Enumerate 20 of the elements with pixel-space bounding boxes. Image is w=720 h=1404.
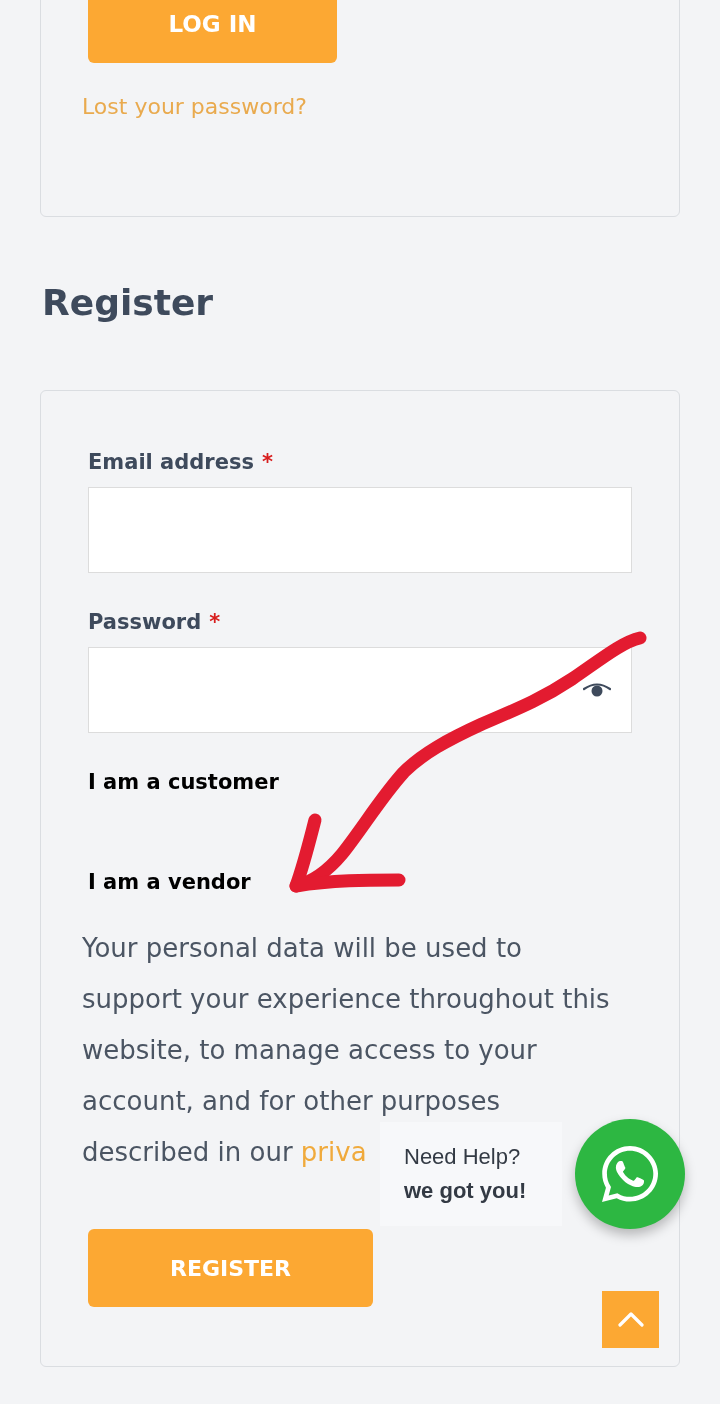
help-subtitle: we got you! [404,1177,527,1205]
login-button[interactable]: LOG IN [88,0,337,63]
register-heading: Register [42,281,215,325]
help-title: Need Help? [404,1143,521,1171]
eye-icon[interactable] [583,683,611,697]
lost-password-link[interactable]: Lost your password? [82,91,307,123]
chat-button[interactable] [575,1119,685,1229]
field-label: Email address [88,449,254,476]
register-button[interactable]: REGISTER [88,1229,373,1307]
privacy-notice-end: described in our priva [82,1136,367,1169]
role-option[interactable]: I am a customer [88,767,279,797]
required-asterisk: * [261,449,273,476]
password-field[interactable] [88,647,632,733]
chevron-up-icon [617,1312,644,1327]
field-label: Password [88,609,202,636]
email-field[interactable] [88,487,632,573]
scroll-top-button[interactable] [602,1291,659,1348]
role-option[interactable]: I am a vendor [88,867,251,897]
privacy-link[interactable]: priva [300,1137,367,1167]
required-asterisk: * [209,609,221,636]
